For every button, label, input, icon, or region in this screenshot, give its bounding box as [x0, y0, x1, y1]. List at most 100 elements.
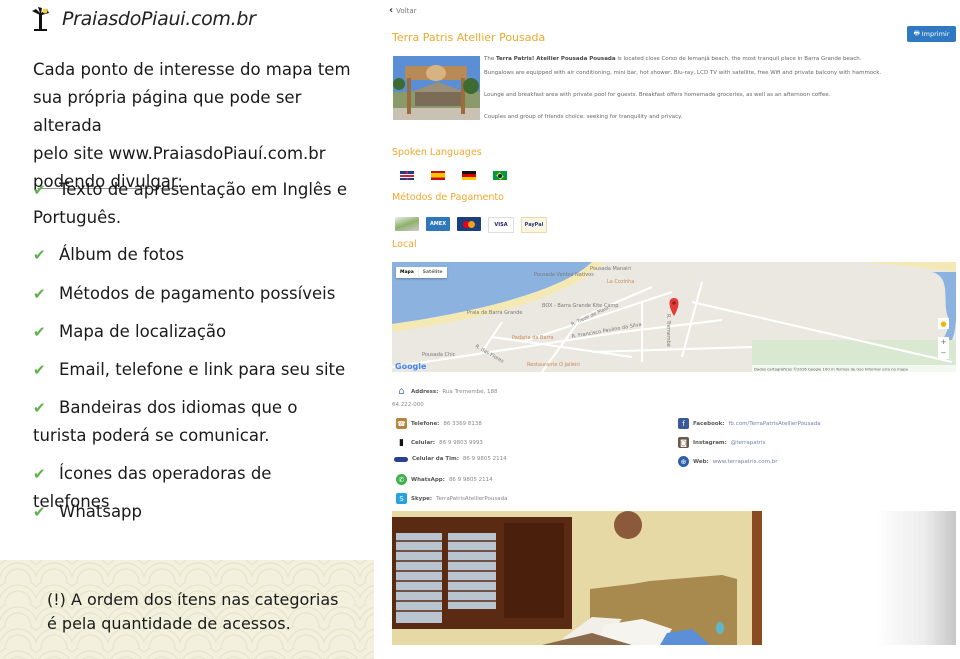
contact-label: Instagram:: [693, 439, 727, 446]
instagram-link[interactable]: @terrapatris: [731, 440, 766, 446]
map-label: Pousada Chic: [422, 352, 456, 358]
feature-text: Álbum de fotos: [59, 245, 185, 264]
contact-facebook: f Facebook: fb.com/TerraPatrisAtellierPou…: [678, 418, 821, 429]
facebook-icon: f: [678, 418, 689, 429]
feature-item: ✔ Mapa de localização: [33, 318, 353, 346]
feature-text: Mapa de localização: [59, 322, 227, 341]
intro-line: Cada ponto de interesse do mapa tem: [33, 60, 351, 79]
access-order-note: (!) A ordem dos ítens nas categorias é p…: [47, 588, 338, 636]
pousada-description: The Terra Patris! Atellier Pousada Pousa…: [484, 56, 954, 128]
palm-tree-icon: [32, 7, 49, 31]
home-icon: ⌂: [396, 386, 407, 397]
contact-tim: Celular da Tim: 86 9 9805 2114: [394, 456, 507, 462]
location-map[interactable]: Pousada Manairi Pousada Ventos Nativos L…: [392, 262, 956, 372]
google-logo: Google: [395, 362, 427, 371]
contact-label: Address:: [411, 388, 439, 395]
contact-skype: S Skype: TerraPatrisAtellierPousada: [396, 493, 507, 504]
gallery-photo[interactable]: [392, 511, 762, 645]
map-canvas: Pousada Manairi Pousada Ventos Nativos L…: [392, 262, 956, 372]
contact-value: 86 9 9805 2114: [448, 476, 493, 483]
feature-item: ✔ Métodos de pagamento possíveis: [33, 280, 353, 308]
map-label: Restaurante O Jalleiri: [527, 362, 580, 368]
zoom-in-button[interactable]: +: [938, 337, 949, 348]
print-label: Imprimir: [921, 30, 950, 38]
spain-flag-icon: [431, 171, 445, 180]
payment-methods: AMEX VISA PayPal: [395, 217, 547, 233]
feature-text: Bandeiras dos idiomas que o turista pode…: [33, 398, 298, 445]
skype-icon: S: [396, 493, 407, 504]
contact-value: TerraPatrisAtellierPousada: [436, 495, 508, 502]
printer-icon: 🖶: [913, 28, 920, 37]
print-button[interactable]: 🖶 Imprimir: [907, 26, 956, 42]
map-footer: Dados cartográficos ©2016 Google 100 m T…: [754, 367, 908, 372]
uk-flag-icon: [400, 171, 414, 180]
brand-name: PraiasdoPiaui.com.br: [62, 8, 256, 30]
check-icon: ✔: [33, 465, 46, 483]
check-icon: ✔: [33, 181, 46, 199]
back-link[interactable]: ‹ Voltar: [389, 5, 417, 16]
language-flags: [400, 171, 507, 180]
map-label: Padaria da Barra: [512, 335, 554, 341]
description-paragraph: Couples and group of friends choice: see…: [484, 114, 683, 120]
facebook-link[interactable]: fb.com/TerraPatrisAtellierPousada: [729, 421, 821, 427]
map-label: Pousada Ventos Nativos: [534, 272, 594, 278]
pousada-thumbnail[interactable]: [393, 56, 480, 120]
feature-item: ✔ Álbum de fotos: [33, 241, 353, 269]
desc-text: The: [484, 56, 496, 62]
contact-label: Celular:: [411, 439, 436, 446]
contact-instagram: ◙ Instagram: @terrapatris: [678, 437, 765, 448]
thumbnail-image: [393, 56, 480, 120]
web-link[interactable]: www.terrapatris.com.br: [713, 459, 778, 465]
contact-value: Rua Tremembé, 188: [442, 388, 498, 395]
contact-address: ⌂ Address: Rua Tremembé, 188: [396, 386, 498, 397]
gallery-next-photo[interactable]: [876, 511, 956, 645]
bedroom-photo: [392, 511, 762, 645]
feature-text: Texto de apresentação em Inglês e Portug…: [33, 180, 348, 227]
whatsapp-icon: ✆: [396, 474, 407, 485]
contact-value: 86 9 9803 9993: [439, 439, 483, 446]
intro-line: pelo site www.PraiasdoPiauí.com.br: [33, 144, 326, 163]
description-paragraph: The Terra Patris! Atellier Pousada Pousa…: [484, 56, 954, 63]
site-logo[interactable]: PraiasdoPiaui.com.br: [30, 4, 256, 34]
desc-bold: Terra Patris! Atellier Pousada Pousada: [495, 56, 616, 62]
feature-item: ✔ Texto de apresentação em Inglês e Portu…: [33, 176, 353, 232]
chevron-left-icon: ‹: [389, 5, 394, 16]
feature-item: ✔ Whatsapp: [33, 498, 353, 526]
map-type-map-button[interactable]: Mapa: [396, 267, 418, 278]
paypal-icon: PayPal: [521, 217, 547, 233]
instagram-icon: ◙: [678, 437, 689, 448]
intro-line: sua própria página que pode ser alterada: [33, 88, 302, 135]
street-view-pegman-icon[interactable]: ●: [938, 318, 949, 329]
map-type-control: Mapa Satélite: [396, 267, 447, 278]
payment-heading: Métodos de Pagamento: [392, 192, 504, 203]
map-label: La Cozinha: [607, 279, 634, 285]
contact-label: Facebook:: [693, 420, 725, 427]
contact-label: WhatsApp:: [411, 476, 445, 483]
contact-label: Telefone:: [411, 420, 440, 427]
check-icon: ✔: [33, 361, 46, 379]
page-title: Terra Patris Atellier Pousada: [392, 31, 546, 44]
contact-web: ⊕ Web: www.terrapatris.com.br: [678, 456, 778, 467]
address-cep: 64.222-000: [392, 402, 424, 408]
description-paragraph: Bungalows are equipped with air conditio…: [484, 70, 882, 76]
contact-value: 86 3369 8138: [443, 420, 482, 427]
desc-text: is located close Corso de Iemanjá beach,…: [615, 56, 862, 62]
map-label: R. Tremembé: [665, 314, 672, 347]
feature-item: ✔ Bandeiras dos idiomas que o turista pod…: [33, 394, 353, 450]
phone-icon: ☎: [396, 418, 407, 429]
check-icon: ✔: [33, 503, 46, 521]
map-type-satellite-button[interactable]: Satélite: [417, 267, 447, 278]
contact-label: Celular da Tim:: [412, 456, 459, 462]
contact-whatsapp: ✆ WhatsApp: 86 9 9805 2114: [396, 474, 493, 485]
cep-value: 64.222-000: [392, 402, 424, 408]
back-label: Voltar: [396, 6, 417, 15]
feature-text: Métodos de pagamento possíveis: [59, 284, 336, 303]
feature-item: ✔ Email, telefone e link para seu site: [33, 356, 353, 384]
germany-flag-icon: [462, 171, 476, 180]
zoom-out-button[interactable]: −: [938, 348, 949, 359]
note-line: (!) A ordem dos ítens nas categorias: [47, 590, 339, 609]
web-icon: ⊕: [678, 456, 689, 467]
feature-text: Whatsapp: [59, 502, 143, 521]
contact-label: Web:: [693, 458, 709, 465]
tim-icon: [394, 456, 408, 462]
